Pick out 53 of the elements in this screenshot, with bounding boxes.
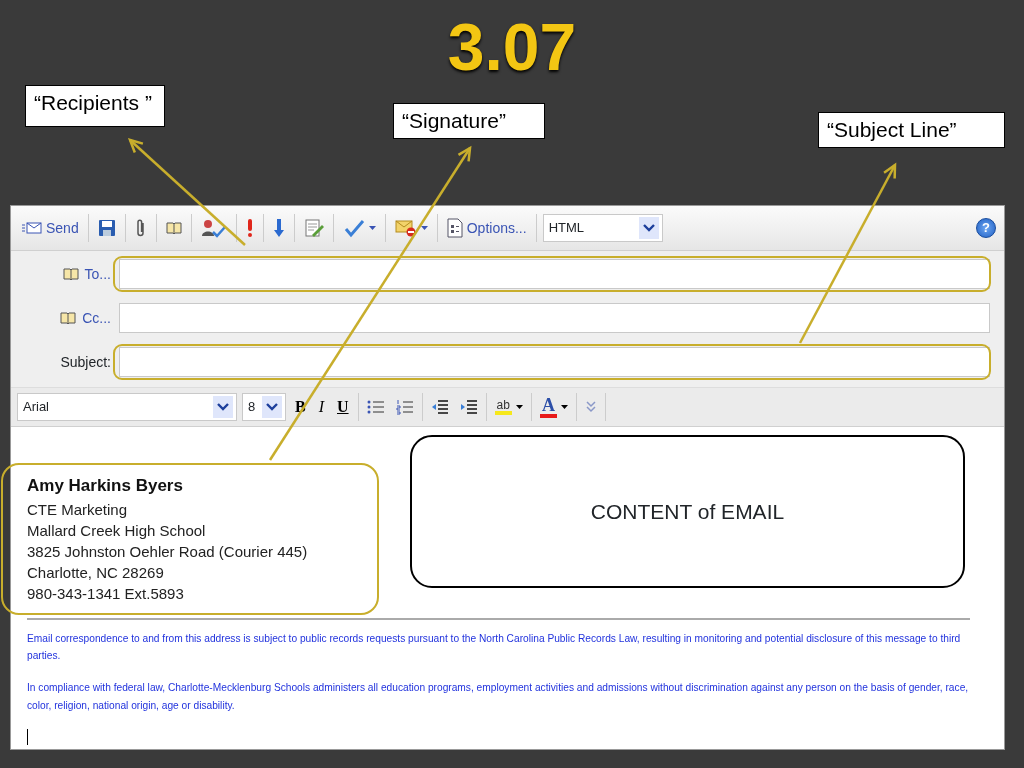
font-dropdown[interactable]: Arial [17,393,237,421]
to-field[interactable] [119,259,990,289]
address-book-icon[interactable] [62,266,79,282]
size-dropdown[interactable]: 8 [242,393,286,421]
envelope-icon [22,221,42,235]
callout-box: “Subject Line” [818,112,1005,149]
subject-field[interactable] [119,347,990,377]
chevron-down-icon [262,396,282,418]
document-pen-icon[interactable] [303,218,324,238]
chevron-down-icon [213,396,233,418]
field-link[interactable]: Cc... [82,307,111,329]
caret-icon[interactable] [368,226,376,230]
arrow-down-icon[interactable] [272,218,285,238]
document-list-icon [446,218,463,238]
indent-icon[interactable] [459,399,478,415]
send-button[interactable]: Send [19,215,82,241]
exclamation-icon[interactable] [245,218,254,238]
field-link[interactable]: To... [84,263,111,285]
checkmark-icon[interactable] [342,218,365,238]
field-label: Subject: [60,352,111,372]
disclaimer-text: In compliance with federal law, Charlotte-Mecklenburg Schools administers all education programs, employment activities and admissions without discrimination against any person on the basis of gender, race, color, religion, national origin, age or disability. [27,681,970,714]
callout-box: “Signature” [393,103,545,140]
callout-box: “Recipients ” [25,85,165,127]
disclaimer-text: Email correspondence to and from this address is subject to public records requests pursuant to the North Carolina Public Records Law, resulting in monitoring and potential disclosure of this message to third parties. [27,631,962,664]
bulleted-list-icon[interactable] [366,399,385,415]
slide-title: 3.07 [447,14,577,84]
italic-button[interactable]: I [314,395,328,419]
highlight-color-button[interactable]: ab [494,399,512,415]
signature-line: Charlotte, NC 28269 [27,562,165,583]
numbered-list-icon[interactable] [395,399,414,415]
paperclip-icon[interactable] [134,218,147,238]
person-check-icon[interactable] [200,218,227,238]
callout-box: CONTENT of EMAIL [410,435,965,588]
outdent-icon[interactable] [430,399,449,415]
format-dropdown[interactable]: HTML [542,214,663,242]
signature-line: CTE Marketing [27,499,129,520]
save-icon[interactable] [97,219,116,237]
signature-line: Mallard Creek High School [27,520,207,541]
address-book-icon[interactable] [60,310,77,326]
underline-button[interactable]: U [333,395,353,419]
address-book-icon[interactable] [165,220,182,236]
cc-field[interactable] [119,303,990,333]
chevron-down-icon [638,217,659,239]
signature-line: 3825 Johnston Oehler Road (Courier 445) [27,541,309,562]
envelope-icon[interactable] [394,219,417,237]
caret-icon[interactable] [560,405,568,409]
signature-line: 980-343-1341 Ext.5893 [27,583,185,604]
font-color-button[interactable]: A [539,396,557,418]
signature-name: Amy Harkins Byers [27,475,184,497]
caret-icon[interactable] [420,226,428,230]
options-button[interactable]: Options... [443,215,530,241]
text-cursor [27,728,28,745]
caret-icon[interactable] [515,405,523,409]
